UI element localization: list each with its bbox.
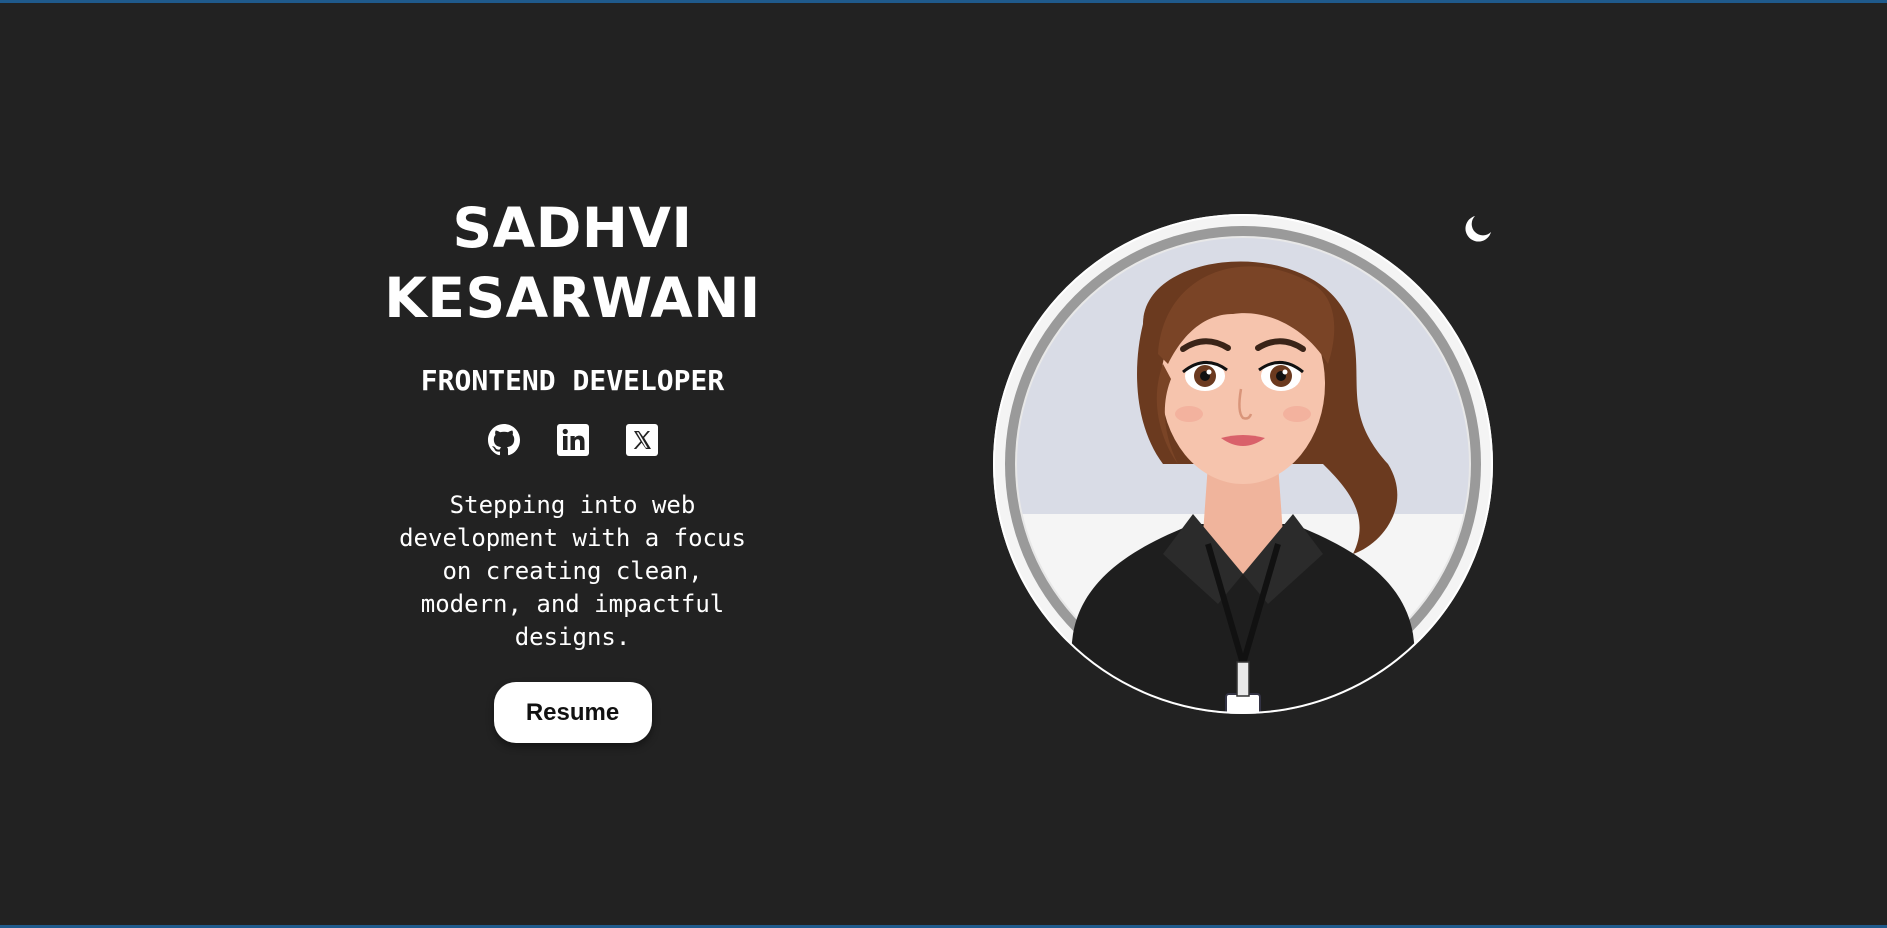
name-line-2: KESARWANI xyxy=(384,266,761,330)
x-twitter-link[interactable] xyxy=(625,424,658,456)
portfolio-page: SADHVI KESARWANI FRONTEND DEVELOPER Step… xyxy=(0,0,1887,928)
bio-line-3: on creating clean, xyxy=(442,557,703,585)
github-icon xyxy=(487,424,520,456)
linkedin-icon xyxy=(556,424,589,456)
bio-line-2: development with a focus xyxy=(399,524,746,552)
role-subtitle: FRONTEND DEVELOPER xyxy=(420,364,725,397)
bio-line-4: modern, and impactful xyxy=(420,590,725,618)
name-line-1: SADHVI xyxy=(452,196,693,260)
page-title: SADHVI KESARWANI xyxy=(384,193,760,333)
x-icon xyxy=(625,424,658,456)
avatar-illustration xyxy=(993,214,1493,714)
social-links xyxy=(487,423,658,457)
linkedin-link[interactable] xyxy=(556,424,589,456)
bio-line-1: Stepping into web xyxy=(449,491,696,519)
bio-line-5: designs. xyxy=(514,623,631,651)
bio-text: Stepping into web development with a foc… xyxy=(388,489,758,654)
github-link[interactable] xyxy=(487,424,520,456)
hero-intro: SADHVI KESARWANI FRONTEND DEVELOPER Step… xyxy=(384,193,760,743)
resume-button[interactable]: Resume xyxy=(493,682,652,743)
avatar xyxy=(993,214,1493,714)
